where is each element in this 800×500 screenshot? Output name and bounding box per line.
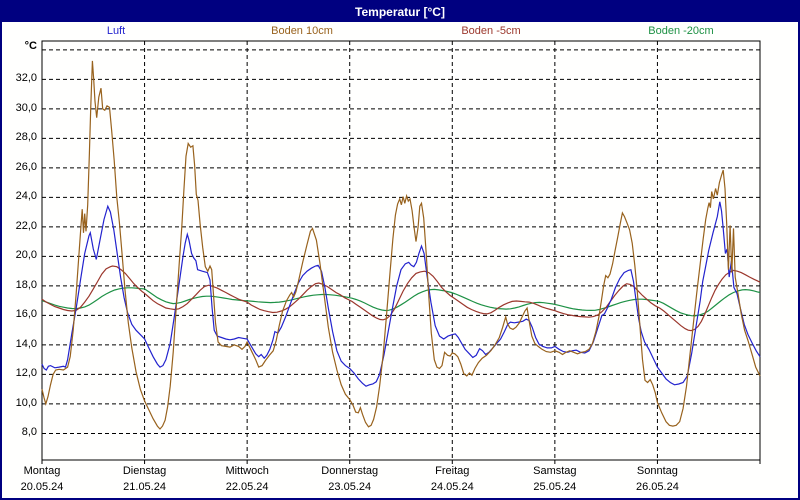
x-date-label: 21.05.24 [123, 481, 166, 493]
page-title: Temperatur [°C] [355, 5, 445, 19]
legend-item-boden-5cm: Boden -5cm [461, 25, 521, 37]
y-tick-label: 10,0 [15, 396, 37, 409]
x-day-label: Samstag [533, 465, 577, 477]
series-line-boden-10cm [41, 60, 761, 430]
series-line-boden-20cm [41, 287, 761, 317]
y-tick-label: 26,0 [15, 160, 37, 173]
y-tick-label: 30,0 [15, 101, 37, 114]
legend-item-luft: Luft [106, 25, 126, 37]
plot-frame [41, 40, 761, 461]
y-tick-label: 8,0 [21, 426, 37, 439]
y-tick-label: 24,0 [15, 190, 37, 203]
series-line-luft [41, 201, 761, 387]
title-bar: Temperatur [°C] [2, 2, 798, 22]
y-tick-label: 14,0 [15, 337, 37, 350]
x-day-label: Donnerstag [321, 465, 379, 477]
y-tick-label: 20,0 [15, 249, 37, 262]
x-day-label: Freitag [435, 465, 470, 477]
series-line-boden-5cm [41, 265, 761, 332]
x-date-label: 20.05.24 [20, 481, 64, 493]
y-axis-unit-label: °C [24, 40, 37, 52]
x-day-label: Sonntag [636, 465, 678, 477]
legend-item-boden-20cm: Boden -20cm [648, 25, 714, 37]
x-date-label: 23.05.24 [328, 481, 372, 493]
y-tick-label: 28,0 [15, 131, 37, 144]
x-day-label: Dienstag [122, 465, 167, 477]
weather-chart-window: Temperatur [°C] Luft Boden 10cm Boden -5… [0, 0, 800, 500]
x-date-label: 24.05.24 [430, 481, 474, 493]
x-day-label: Mittwoch [225, 465, 269, 477]
temperature-line-chart [41, 40, 761, 464]
x-day-label: Montag [23, 465, 61, 477]
y-tick-label: 16,0 [15, 308, 37, 321]
y-tick-label: 22,0 [15, 219, 37, 232]
y-tick-label: 12,0 [15, 367, 37, 380]
x-date-label: 22.05.24 [225, 481, 269, 493]
y-tick-label: 32,0 [15, 72, 37, 85]
x-date-label: 25.05.24 [533, 481, 577, 493]
legend-item-boden-10cm: Boden 10cm [271, 25, 333, 37]
y-tick-label: 18,0 [15, 278, 37, 291]
x-date-label: 26.05.24 [636, 481, 679, 493]
